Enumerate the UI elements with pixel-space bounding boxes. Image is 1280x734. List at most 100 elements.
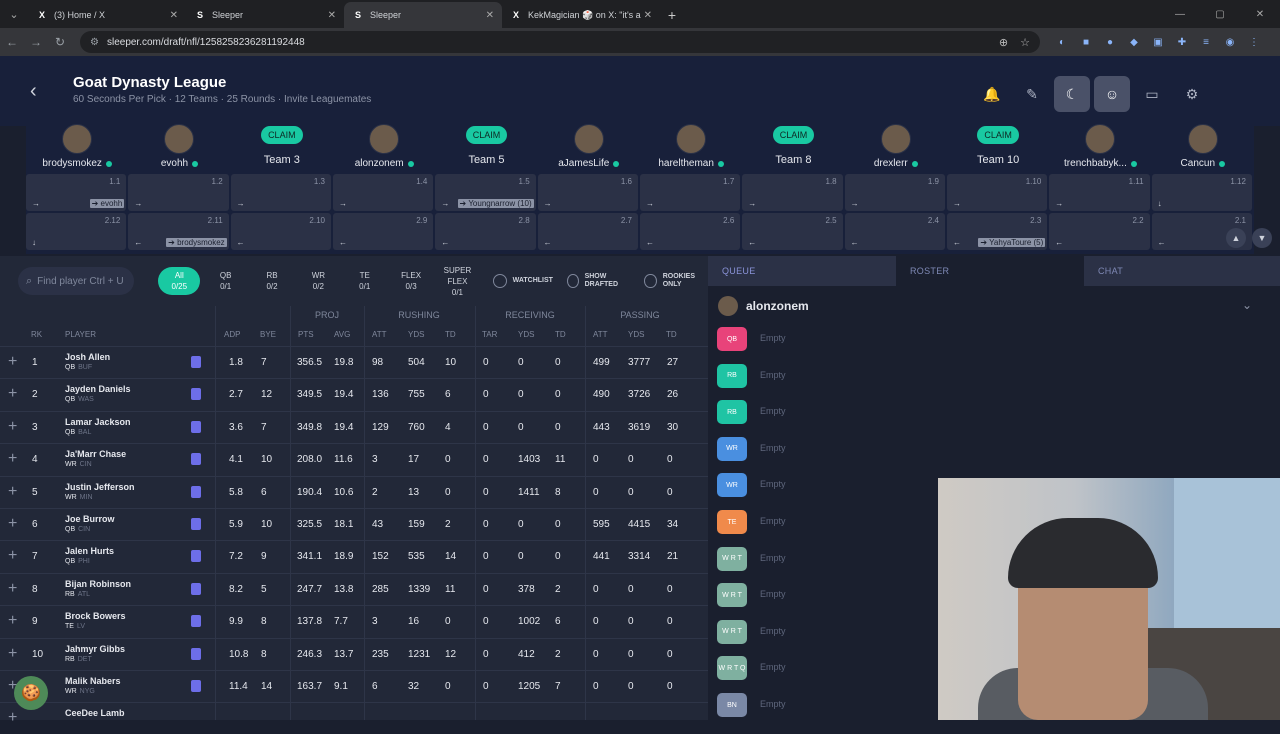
column-header-ryds[interactable]: YDS — [518, 330, 534, 339]
add-player-icon[interactable]: + — [8, 645, 17, 663]
player-news-icon[interactable] — [191, 485, 201, 498]
player-name[interactable]: Jayden Daniels — [65, 384, 131, 394]
pick-cell[interactable]: 1.3 → — [230, 174, 331, 211]
search-input[interactable]: ⌕ Find player Ctrl + U — [18, 267, 135, 295]
claim-button[interactable]: CLAIM — [465, 126, 508, 144]
position-filter-te[interactable]: TE 0/1 — [344, 270, 386, 292]
extension-icon[interactable]: ▣ — [1146, 37, 1170, 48]
chevron-up-icon[interactable]: ▲ — [1226, 228, 1246, 248]
column-header-pts[interactable]: PTS — [298, 330, 314, 339]
player-name[interactable]: CeeDee Lamb — [65, 708, 125, 718]
team-slot[interactable]: evohh — [128, 124, 230, 174]
claim-button[interactable]: CLAIM — [772, 126, 815, 144]
rookies-only-toggle[interactable]: ROOKIES ONLY — [644, 273, 708, 289]
close-window-icon[interactable]: ✕ — [1240, 0, 1280, 28]
team-slot[interactable]: alonzonem — [333, 124, 435, 174]
extension-icon[interactable]: ◐ — [1050, 37, 1074, 48]
position-filter-qb[interactable]: QB 0/1 — [204, 270, 246, 292]
team-slot[interactable]: CLAIM Team 5 — [435, 124, 537, 174]
player-name[interactable]: Jalen Hurts — [65, 546, 114, 556]
add-player-icon[interactable]: + — [8, 483, 17, 501]
pick-cell[interactable]: 1.10 → — [946, 174, 1048, 211]
pick-cell[interactable]: 1.11 → — [1049, 174, 1150, 211]
column-header-td[interactable]: TD — [445, 330, 456, 339]
team-slot[interactable]: CLAIM Team 8 — [742, 124, 844, 174]
add-player-icon[interactable]: + — [8, 353, 17, 371]
browser-tab-active[interactable]: S Sleeper ✕ — [344, 2, 502, 28]
moon-icon[interactable]: ☾ — [1054, 76, 1090, 112]
pick-cell[interactable]: 1.6 → — [537, 174, 638, 211]
column-header-pyds[interactable]: YDS — [628, 330, 644, 339]
maximize-icon[interactable]: ▢ — [1200, 0, 1240, 28]
player-row[interactable]: +9 Brock Bowers TE LV 9.9 8 137.8 7.7 3 16 0 0 1002 6… — [0, 605, 708, 637]
reading-list-icon[interactable]: ≡ — [1194, 37, 1218, 48]
pick-cell[interactable]: 2.8 ← — [435, 213, 536, 250]
pick-cell[interactable]: 2.11 ← ➔ brodysmokez — [128, 213, 229, 250]
pick-cell[interactable]: 1.9 → — [844, 174, 945, 211]
extension-icon[interactable]: ■ — [1074, 37, 1098, 48]
add-player-icon[interactable]: + — [8, 547, 17, 565]
close-icon[interactable]: ✕ — [170, 10, 178, 21]
position-filter-all[interactable]: All 0/25 — [158, 267, 201, 295]
player-name[interactable]: Lamar Jackson — [65, 417, 131, 427]
column-header-rk[interactable]: RK — [31, 330, 42, 339]
position-filter-wr[interactable]: WR 0/2 — [297, 270, 339, 292]
player-row[interactable]: +11Malik NabersWRNYG11.414163.79.1632001… — [0, 670, 708, 702]
close-icon[interactable]: ✕ — [328, 10, 336, 21]
forward-icon[interactable]: → — [24, 35, 48, 49]
tab-search-icon[interactable]: ⌄ — [0, 0, 28, 28]
pick-cell[interactable]: 1.8 → — [742, 174, 843, 211]
radio-circle[interactable] — [566, 274, 579, 288]
add-player-icon[interactable]: + — [8, 450, 17, 468]
position-filter-rb[interactable]: RB 0/2 — [251, 270, 293, 292]
site-settings-icon[interactable]: ⚙ — [90, 37, 99, 48]
league-subtitle[interactable]: 60 Seconds Per Pick · 12 Teams · 25 Roun… — [73, 94, 371, 105]
puzzle-icon[interactable]: ✚ — [1170, 37, 1194, 48]
player-name[interactable]: Malik Nabers — [65, 676, 121, 686]
column-header-patt[interactable]: ATT — [593, 330, 608, 339]
pick-cell[interactable]: 2.2 ← — [1049, 213, 1150, 250]
cookie-icon[interactable]: 🍪 — [14, 676, 48, 710]
player-name[interactable]: Justin Jefferson — [65, 482, 135, 492]
team-slot[interactable]: aJamesLife — [538, 124, 640, 174]
player-row[interactable]: +3 Lamar Jackson QB BAL 3.6 7 349.8 19.4 129 760 4… — [0, 410, 708, 443]
pick-cell[interactable]: 2.12 ↓ — [26, 213, 127, 250]
player-news-icon[interactable] — [191, 388, 201, 401]
add-player-icon[interactable]: + — [8, 515, 17, 533]
player-news-icon[interactable] — [191, 550, 201, 563]
pick-cell[interactable]: 2.10 ← — [230, 213, 331, 250]
column-header-ptd[interactable]: TD — [666, 330, 677, 339]
emoji-icon[interactable]: ☺ — [1094, 76, 1130, 112]
position-filter-super-flex[interactable]: SUPER FLEX 0/1 — [436, 265, 478, 298]
radio-circle[interactable] — [644, 274, 657, 288]
player-news-icon[interactable] — [191, 615, 201, 628]
minimize-icon[interactable]: — — [1160, 0, 1200, 28]
settings-icon[interactable]: ⚙ — [1174, 76, 1210, 112]
column-header-avg[interactable]: AVG — [334, 330, 350, 339]
player-row[interactable]: +5 Justin Jefferson WR MIN 5.8 6 190.4 10.6 2 13 0… — [0, 475, 708, 508]
back-arrow-icon[interactable]: ‹ — [30, 80, 37, 103]
new-tab-icon[interactable]: + — [660, 2, 684, 28]
claim-button[interactable]: CLAIM — [977, 126, 1019, 144]
column-header-rtd[interactable]: TD — [555, 330, 566, 339]
monitor-icon[interactable]: ▭ — [1134, 76, 1170, 112]
player-name[interactable]: Bijan Robinson — [65, 579, 131, 589]
player-row[interactable]: +8 Bijan Robinson RB ATL 8.2 5 247.7 13.8 285 133… — [0, 572, 708, 605]
chevron-down-icon[interactable]: ⌄ — [1242, 298, 1252, 312]
pick-cell[interactable]: 1.4 → — [332, 174, 434, 211]
extension-icon[interactable]: ◆ — [1122, 37, 1146, 48]
pick-cell[interactable]: 1.5 → ➔ Youngnarrow (10) — [435, 174, 536, 211]
tab-roster[interactable]: ROSTER — [896, 256, 1084, 286]
player-name[interactable]: Josh Allen — [65, 352, 110, 362]
column-header-tar[interactable]: TAR — [482, 330, 497, 339]
pick-cell[interactable]: 1.2 → — [128, 174, 229, 211]
chevron-down-icon[interactable]: ▼ — [1252, 228, 1272, 248]
player-name[interactable]: Ja'Marr Chase — [65, 449, 126, 459]
column-header-adp[interactable]: ADP — [224, 330, 240, 339]
team-slot[interactable]: trenchbabyk... — [1049, 124, 1151, 174]
mute-icon[interactable]: ✎ — [1014, 76, 1050, 112]
bell-icon[interactable]: 🔔 — [974, 76, 1010, 112]
bookmark-star-icon[interactable]: ☆ — [1020, 36, 1030, 49]
roster-owner[interactable]: alonzonem — [718, 296, 809, 316]
zoom-icon[interactable]: ⊕ — [999, 36, 1008, 49]
